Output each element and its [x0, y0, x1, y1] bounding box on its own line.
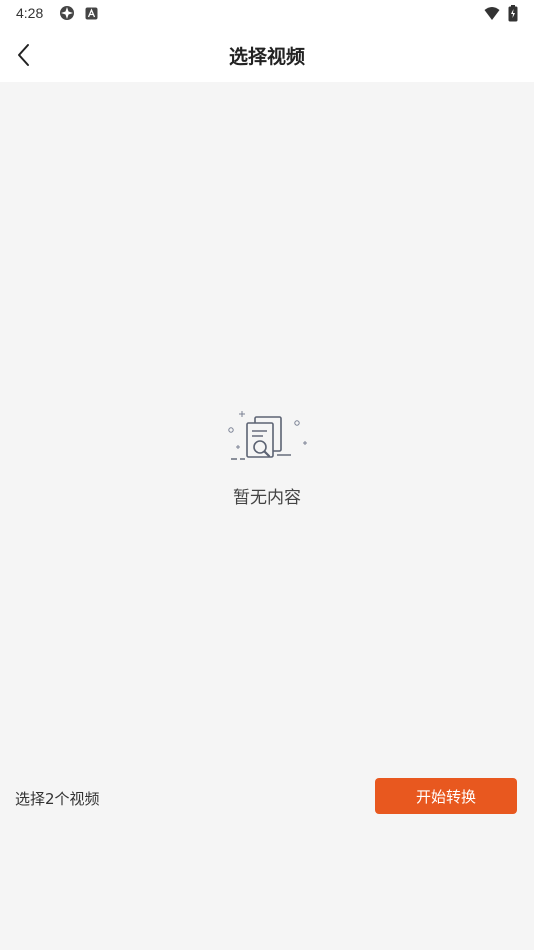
status-bar: 4:28: [0, 0, 534, 28]
selection-count-text: 选择2个视频: [15, 790, 100, 808]
wifi-icon: [484, 7, 500, 20]
battery-icon: [508, 5, 518, 22]
bottom-action-bar: 选择2个视频 开始转换: [0, 772, 534, 822]
app-a-icon: [85, 7, 98, 20]
start-convert-button[interactable]: 开始转换: [375, 778, 517, 814]
empty-message: 暂无内容: [233, 488, 301, 508]
status-time: 4:28: [16, 5, 44, 21]
privacy-dot-icon: [60, 6, 74, 20]
empty-document-search-icon: [228, 411, 307, 460]
app-bar: 选择视频: [0, 28, 534, 82]
page-title: 选择视频: [228, 46, 305, 68]
empty-state: 暂无内容: [0, 405, 534, 508]
